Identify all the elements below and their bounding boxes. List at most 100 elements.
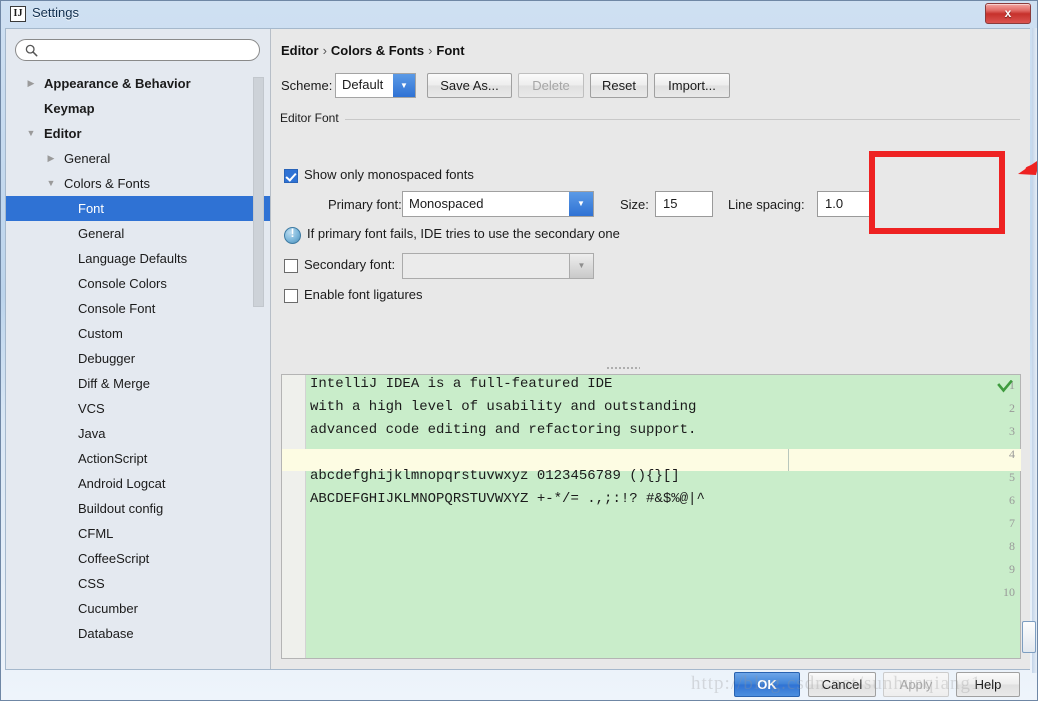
breadcrumb-part-font: Font: [436, 43, 464, 58]
save-as-button[interactable]: Save As...: [427, 73, 512, 98]
font-ligatures-checkbox[interactable]: [284, 289, 298, 303]
primary-font-label: Primary font:: [328, 197, 402, 212]
sidebar-item-diff-merge[interactable]: Diff & Merge: [6, 371, 270, 396]
window-scrollbar-track[interactable]: [1032, 28, 1037, 673]
preview-code-line: IntelliJ IDEA is a full-featured IDE: [310, 376, 612, 392]
import-button[interactable]: Import...: [654, 73, 730, 98]
preview-splitter[interactable]: [276, 363, 1020, 373]
sidebar-item-console-colors[interactable]: Console Colors: [6, 271, 270, 296]
sidebar-item-colors-fonts[interactable]: ▼Colors & Fonts: [6, 171, 270, 196]
sidebar-item-java[interactable]: Java: [6, 421, 270, 446]
font-preview-editor[interactable]: 12345678910 IntelliJ IDEA is a full-feat…: [281, 374, 1021, 659]
editor-font-group-title: Editor Font: [280, 111, 345, 125]
preview-code[interactable]: IntelliJ IDEA is a full-featured IDEwith…: [307, 375, 1021, 658]
size-field[interactable]: [655, 191, 713, 217]
sidebar-item-appearance-behavior[interactable]: ▶Appearance & Behavior: [6, 71, 270, 96]
size-label: Size:: [620, 197, 649, 212]
sidebar-item-label: Language Defaults: [78, 246, 187, 271]
sidebar-item-android-logcat[interactable]: Android Logcat: [6, 471, 270, 496]
scheme-dropdown-value: Default: [342, 77, 383, 92]
chevron-right-icon[interactable]: ▶: [24, 71, 38, 96]
sidebar-item-label: CoffeeScript: [78, 546, 149, 571]
sidebar-item-editor[interactable]: ▼Editor: [6, 121, 270, 146]
window-title: Settings: [32, 5, 79, 20]
sidebar-item-buildout-config[interactable]: Buildout config: [6, 496, 270, 521]
breadcrumb-part-editor[interactable]: Editor: [281, 43, 319, 58]
sidebar-item-language-defaults[interactable]: Language Defaults: [6, 246, 270, 271]
search-box[interactable]: [15, 39, 260, 61]
chevron-down-icon[interactable]: ▼: [393, 74, 415, 97]
sidebar-item-label: Java: [78, 421, 105, 446]
secondary-font-hint-text: If primary font fails, IDE tries to use …: [307, 226, 620, 241]
settings-sidebar: ▶Appearance & BehaviorKeymap▼Editor▶Gene…: [6, 29, 271, 669]
line-spacing-label: Line spacing:: [728, 197, 805, 212]
breadcrumb-separator-1: ›: [319, 43, 331, 58]
sidebar-item-label: VCS: [78, 396, 105, 421]
sidebar-item-label: General: [64, 146, 110, 171]
sidebar-item-keymap[interactable]: Keymap: [6, 96, 270, 121]
sidebar-item-label: Console Font: [78, 296, 155, 321]
sidebar-item-custom[interactable]: Custom: [6, 321, 270, 346]
size-input[interactable]: [661, 195, 707, 212]
preview-code-line: advanced code editing and refactoring su…: [310, 422, 696, 438]
scheme-label: Scheme:: [281, 78, 332, 93]
sidebar-item-cfml[interactable]: CFML: [6, 521, 270, 546]
chevron-right-icon[interactable]: ▶: [44, 146, 58, 171]
sidebar-item-console-font[interactable]: Console Font: [6, 296, 270, 321]
sidebar-item-label: Appearance & Behavior: [44, 71, 191, 96]
checkmark-icon: [997, 380, 1013, 394]
settings-tree[interactable]: ▶Appearance & BehaviorKeymap▼Editor▶Gene…: [6, 71, 270, 669]
settings-window: IJ Settings x ▶Appearance & BehaviorKeym…: [0, 0, 1038, 701]
preview-gutter: [282, 375, 306, 658]
line-spacing-field[interactable]: [817, 191, 875, 217]
sidebar-item-coffeescript[interactable]: CoffeeScript: [6, 546, 270, 571]
sidebar-item-label: Debugger: [78, 346, 135, 371]
sidebar-item-general[interactable]: General: [6, 221, 270, 246]
breadcrumb-part-colors-fonts[interactable]: Colors & Fonts: [331, 43, 424, 58]
sidebar-item-debugger[interactable]: Debugger: [6, 346, 270, 371]
scheme-dropdown[interactable]: Default ▼: [335, 73, 416, 98]
sidebar-item-label: Font: [78, 196, 104, 221]
sidebar-item-label: CFML: [78, 521, 113, 546]
sidebar-item-label: Buildout config: [78, 496, 163, 521]
primary-font-value: Monospaced: [409, 196, 483, 211]
sidebar-item-label: Editor: [44, 121, 82, 146]
sidebar-scrollbar-thumb[interactable]: [253, 77, 264, 307]
editor-font-group: Editor Font Show only monospaced fonts P…: [280, 111, 1020, 309]
secondary-font-dropdown: ▼: [402, 253, 594, 279]
window-title-bar: IJ Settings x: [1, 1, 1037, 27]
sidebar-item-font[interactable]: Font: [6, 196, 270, 221]
close-icon[interactable]: x: [985, 3, 1031, 24]
splitter-grip[interactable]: [606, 366, 640, 370]
line-spacing-input[interactable]: [823, 195, 869, 212]
breadcrumb-separator-2: ›: [424, 43, 436, 58]
delete-button: Delete: [518, 73, 584, 98]
chevron-down-icon[interactable]: ▼: [44, 171, 58, 196]
sidebar-item-label: Diff & Merge: [78, 371, 150, 396]
sidebar-item-label: Custom: [78, 321, 123, 346]
reset-button[interactable]: Reset: [590, 73, 648, 98]
search-input[interactable]: [42, 41, 252, 59]
watermark-text: http://blog.csdn.net/sunhuaqiang1: [691, 673, 982, 695]
show-monospaced-label: Show only monospaced fonts: [304, 167, 474, 182]
preview-code-line: ABCDEFGHIJKLMNOPQRSTUVWXYZ +-*/= .,;:!? …: [310, 491, 705, 507]
sidebar-item-css[interactable]: CSS: [6, 571, 270, 596]
sidebar-item-cucumber[interactable]: Cucumber: [6, 596, 270, 621]
chevron-down-icon[interactable]: ▼: [569, 192, 593, 216]
sidebar-item-general[interactable]: ▶General: [6, 146, 270, 171]
info-icon: [284, 227, 301, 244]
show-monospaced-checkbox[interactable]: [284, 169, 298, 183]
sidebar-item-actionscript[interactable]: ActionScript: [6, 446, 270, 471]
secondary-font-checkbox[interactable]: [284, 259, 298, 273]
sidebar-item-label: Database: [78, 621, 134, 646]
chevron-down-icon[interactable]: ▼: [24, 121, 38, 146]
sidebar-item-label: Console Colors: [78, 271, 167, 296]
dialog-client-area: ▶Appearance & BehaviorKeymap▼Editor▶Gene…: [5, 28, 1030, 670]
sidebar-item-label: Colors & Fonts: [64, 171, 150, 196]
window-scrollbar-thumb[interactable]: [1022, 621, 1036, 653]
sidebar-item-label: Keymap: [44, 96, 95, 121]
sidebar-item-database[interactable]: Database: [6, 621, 270, 646]
sidebar-item-vcs[interactable]: VCS: [6, 396, 270, 421]
primary-font-dropdown[interactable]: Monospaced ▼: [402, 191, 594, 217]
secondary-font-label: Secondary font:: [304, 257, 395, 272]
